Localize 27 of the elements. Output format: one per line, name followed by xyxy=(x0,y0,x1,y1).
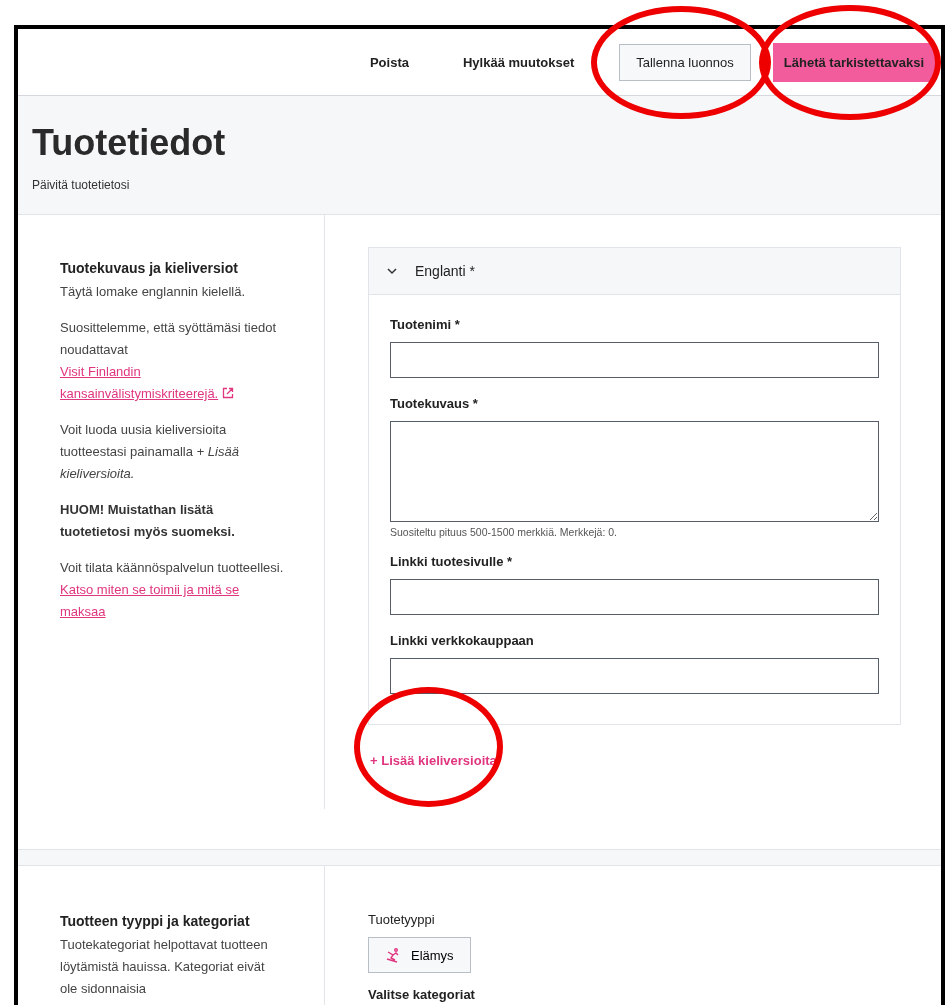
help-text: Tuotekategoriat helpottavat tuotteen löytämistä hauissa. Kategoriat eivät ole sidonnaisia xyxy=(60,936,269,998)
header-button[interactable]: Tallenna luonnos xyxy=(619,43,751,81)
field-label: Tuotetyyppi xyxy=(368,912,436,927)
header-button[interactable]: Hylkää muutokset xyxy=(439,43,598,81)
header-button[interactable]: Lähetä tarkistettavaksi xyxy=(772,42,935,82)
help-text: Täytä lomake englannin kielellä. xyxy=(60,283,246,301)
section-heading: Tuotteen tyyppi ja kategoriat xyxy=(60,912,251,931)
field-label: Tuotekuvaus * xyxy=(390,396,479,411)
help-note: HUOM! Muistathan lisätä tuotetietosi myös suomeksi. xyxy=(60,501,236,541)
add-language-link[interactable]: + Lisää kieliversioita xyxy=(370,753,497,768)
accordion-title: Englanti * xyxy=(415,263,475,279)
header-button[interactable]: Poista xyxy=(346,43,432,81)
hint-text: Suositeltu pituus 500-1500 merkkiä. Merkkejä: 0. xyxy=(390,526,619,538)
page-title: Tuotetiedot xyxy=(32,122,227,164)
section-heading: Tuotekuvaus ja kieliversiot xyxy=(60,259,239,278)
field-label: Tuotenimi * xyxy=(390,317,461,332)
help-text: Suosittelemme, että syöttämäsi tiedot noudattavat Visit Finlandin kansainvälistymiskriteerejä. xyxy=(60,317,284,405)
help-link[interactable]: Katso miten se toimii ja mitä se maksaa xyxy=(60,579,284,623)
help-link[interactable]: Visit Finlandin kansainvälistymiskriteerejä. xyxy=(60,361,284,405)
field-label: Linkki verkkokauppaan xyxy=(390,633,535,648)
page-subtitle: Päivitä tuotetietosi xyxy=(32,178,131,192)
accordion-header[interactable]: Englanti * xyxy=(369,248,900,295)
help-text: Voit luoda uusia kieliversioita tuotteestasi painamalla + Lisää kieliversioita. xyxy=(60,421,240,483)
field-label: Linkki tuotesivulle * xyxy=(390,554,514,569)
field-label: Valitse kategoriat xyxy=(368,987,476,1002)
product-type-button[interactable]: Elämys xyxy=(368,937,471,973)
help-text: Voit tilata käännöspalvelun tuotteellesi. Katso miten se toimii ja mitä se maksaa xyxy=(60,557,284,623)
